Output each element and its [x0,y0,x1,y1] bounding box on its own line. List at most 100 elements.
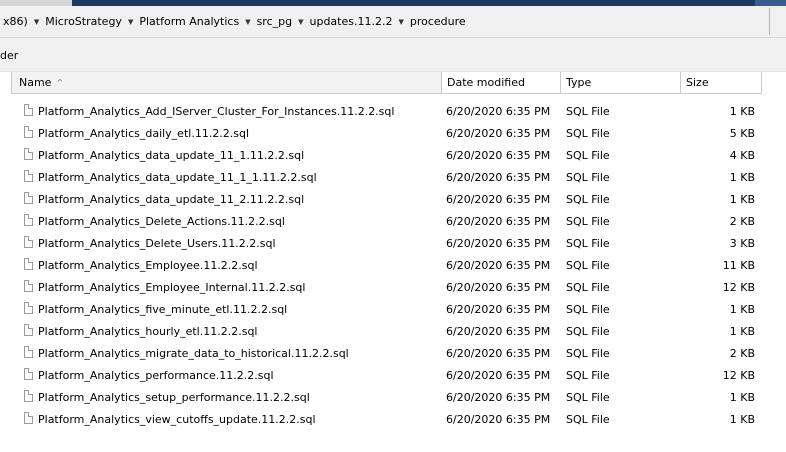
file-type: SQL File [566,105,610,118]
file-type: SQL File [566,149,610,162]
file-name: Platform_Analytics_view_cutoffs_update.1… [38,413,316,426]
file-size: 12 KB [722,369,755,382]
file-row[interactable]: Platform_Analytics_hourly_etl.11.2.2.sql… [0,321,786,343]
column-header-date-modified[interactable]: Date modified [442,72,561,94]
address-bar[interactable]: x86) ▼ MicroStrategy ▼ Platform Analytic… [0,6,786,38]
breadcrumb-item-procedure[interactable]: procedure [407,15,469,28]
file-icon [24,214,33,226]
file-icon [24,104,33,116]
chevron-down-icon[interactable]: ▼ [125,18,136,26]
new-folder-button[interactable]: der [0,49,18,62]
file-date: 6/20/2020 6:35 PM [446,237,551,250]
file-date: 6/20/2020 6:35 PM [446,259,551,272]
chevron-down-icon[interactable]: ▼ [242,18,253,26]
column-header-size[interactable]: Size [681,72,762,94]
file-list: Platform_Analytics_Add_IServer_Cluster_F… [0,101,786,431]
file-size: 12 KB [722,281,755,294]
toolbar: der [0,38,786,72]
file-size: 1 KB [729,303,755,316]
column-header-name[interactable]: Name ^ [11,72,442,94]
file-icon [24,324,33,336]
file-row[interactable]: Platform_Analytics_performance.11.2.2.sq… [0,365,786,387]
file-date: 6/20/2020 6:35 PM [446,325,551,338]
file-size: 1 KB [729,193,755,206]
file-size: 2 KB [729,215,755,228]
file-row[interactable]: Platform_Analytics_data_update_11_2.11.2… [0,189,786,211]
file-size: 1 KB [729,413,755,426]
file-type: SQL File [566,215,610,228]
file-icon [24,346,33,358]
breadcrumb-item-x86[interactable]: x86) [0,15,31,28]
file-icon [24,236,33,248]
file-row[interactable]: Platform_Analytics_daily_etl.11.2.2.sql 6… [0,123,786,145]
file-icon [24,368,33,380]
file-name: Platform_Analytics_performance.11.2.2.sq… [38,369,274,382]
file-date: 6/20/2020 6:35 PM [446,303,551,316]
chevron-down-icon[interactable]: ▼ [295,18,306,26]
file-icon [24,258,33,270]
file-icon [24,412,33,424]
file-size: 3 KB [729,237,755,250]
file-type: SQL File [566,391,610,404]
file-type: SQL File [566,259,610,272]
file-row[interactable]: Platform_Analytics_setup_performance.11.… [0,387,786,409]
file-name: Platform_Analytics_data_update_11_2.11.2… [38,193,305,206]
file-date: 6/20/2020 6:35 PM [446,391,551,404]
file-date: 6/20/2020 6:35 PM [446,149,551,162]
breadcrumb-item-src-pg[interactable]: src_pg [254,15,296,28]
file-row[interactable]: Platform_Analytics_data_update_11_1_1.11… [0,167,786,189]
file-type: SQL File [566,347,610,360]
file-name: Platform_Analytics_five_minute_etl.11.2.… [38,303,288,316]
file-size: 5 KB [729,127,755,140]
file-name: Platform_Analytics_setup_performance.11.… [38,391,310,404]
file-size: 1 KB [729,325,755,338]
file-icon [24,192,33,204]
column-header: Name ^ Date modified Type Size [0,72,786,94]
file-row[interactable]: Platform_Analytics_five_minute_etl.11.2.… [0,299,786,321]
file-name: Platform_Analytics_Add_IServer_Cluster_F… [38,105,395,118]
chevron-down-icon[interactable]: ▼ [31,18,42,26]
file-name: Platform_Analytics_data_update_11_1.11.2… [38,149,305,162]
file-date: 6/20/2020 6:35 PM [446,127,551,140]
file-row[interactable]: Platform_Analytics_Employee_Internal.11.… [0,277,786,299]
file-name: Platform_Analytics_migrate_data_to_histo… [38,347,349,360]
address-bar-divider [769,8,770,35]
file-size: 4 KB [729,149,755,162]
file-icon [24,302,33,314]
file-date: 6/20/2020 6:35 PM [446,413,551,426]
file-row[interactable]: Platform_Analytics_Employee.11.2.2.sql 6/… [0,255,786,277]
file-name: Platform_Analytics_Delete_Users.11.2.2.s… [38,237,276,250]
file-row[interactable]: Platform_Analytics_migrate_data_to_histo… [0,343,786,365]
file-size: 1 KB [729,391,755,404]
file-type: SQL File [566,413,610,426]
file-type: SQL File [566,281,610,294]
file-icon [24,126,33,138]
file-name: Platform_Analytics_Employee_Internal.11.… [38,281,306,294]
file-name: Platform_Analytics_daily_etl.11.2.2.sql [38,127,250,140]
file-size: 11 KB [722,259,755,272]
file-type: SQL File [566,237,610,250]
file-icon [24,390,33,402]
file-date: 6/20/2020 6:35 PM [446,347,551,360]
chevron-down-icon[interactable]: ▼ [395,18,406,26]
file-date: 6/20/2020 6:35 PM [446,105,551,118]
file-row[interactable]: Platform_Analytics_Add_IServer_Cluster_F… [0,101,786,123]
breadcrumb-item-microstrategy[interactable]: MicroStrategy [42,15,125,28]
file-row[interactable]: Platform_Analytics_view_cutoffs_update.1… [0,409,786,431]
file-name: Platform_Analytics_Delete_Actions.11.2.2… [38,215,285,228]
file-size: 1 KB [729,105,755,118]
breadcrumb: x86) ▼ MicroStrategy ▼ Platform Analytic… [0,15,469,28]
file-name: Platform_Analytics_Employee.11.2.2.sql [38,259,258,272]
column-header-type[interactable]: Type [561,72,681,94]
file-row[interactable]: Platform_Analytics_Delete_Users.11.2.2.s… [0,233,786,255]
file-row[interactable]: Platform_Analytics_Delete_Actions.11.2.2… [0,211,786,233]
file-icon [24,170,33,182]
breadcrumb-item-platform-analytics[interactable]: Platform Analytics [136,15,242,28]
file-date: 6/20/2020 6:35 PM [446,215,551,228]
file-icon [24,148,33,160]
file-type: SQL File [566,369,610,382]
file-type: SQL File [566,127,610,140]
file-type: SQL File [566,325,610,338]
file-row[interactable]: Platform_Analytics_data_update_11_1.11.2… [0,145,786,167]
breadcrumb-item-updates[interactable]: updates.11.2.2 [307,15,396,28]
